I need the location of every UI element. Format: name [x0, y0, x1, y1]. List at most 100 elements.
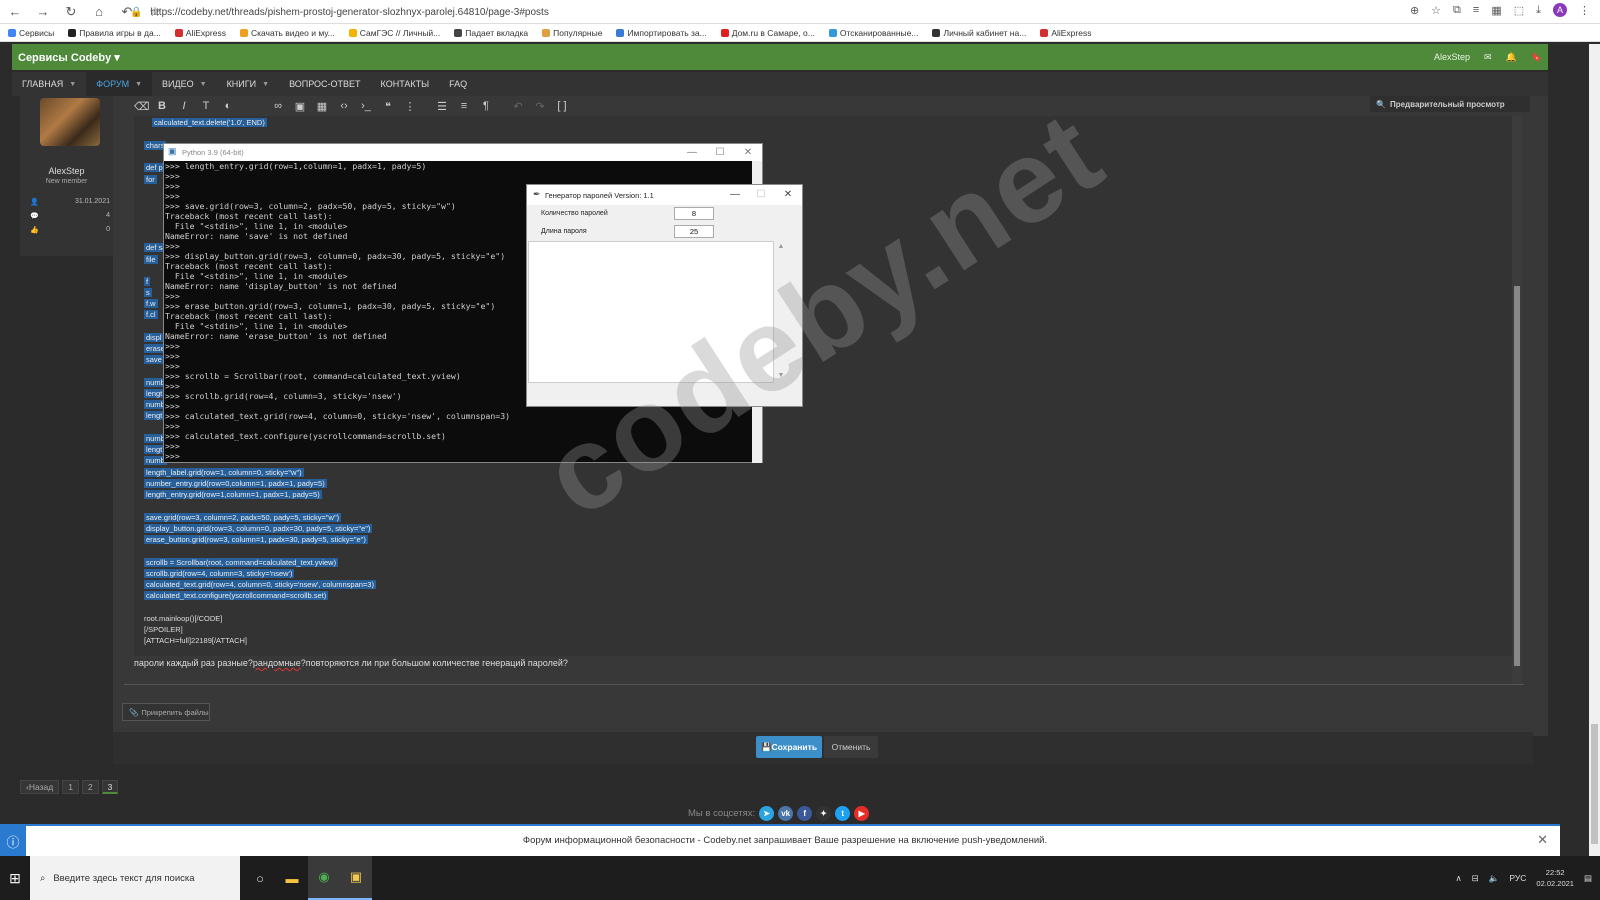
grid-icon[interactable]: ▦: [1491, 4, 1501, 17]
bookmark-item[interactable]: Скачать видео и му...: [239, 28, 335, 38]
python-window-title[interactable]: Python 3.9 (64-bit): [164, 144, 762, 161]
notifications-icon[interactable]: ▤: [1584, 873, 1592, 884]
star-icon[interactable]: ☆: [1431, 4, 1441, 17]
maximize-icon[interactable]: ☐: [748, 185, 774, 205]
menu-icon[interactable]: ⋮: [1579, 4, 1590, 17]
close-icon[interactable]: ✕: [1537, 832, 1548, 848]
python-taskbar-icon[interactable]: ▣: [340, 856, 372, 900]
bookmark-item[interactable]: Импортировать за...: [616, 28, 707, 38]
minimize-icon[interactable]: —: [722, 185, 748, 205]
menu-item-7[interactable]: FAQ: [439, 72, 477, 96]
result-textarea[interactable]: [528, 241, 774, 383]
image-icon[interactable]: ▣: [294, 100, 306, 113]
bold-icon[interactable]: B: [156, 100, 168, 112]
chevron-down-icon[interactable]: ▼: [69, 81, 76, 88]
chrome-icon[interactable]: ◉: [308, 856, 340, 900]
pager-page[interactable]: 1: [62, 780, 79, 794]
user-name[interactable]: AlexStep: [20, 166, 113, 176]
input-language[interactable]: РУС: [1509, 873, 1526, 883]
list-icon[interactable]: ≡: [1473, 4, 1479, 16]
list-icon[interactable]: ☰: [436, 100, 448, 113]
menu-item-2[interactable]: ФОРУМ ▼: [86, 72, 153, 96]
bookmark-item[interactable]: Дом.ru в Самаре, о...: [720, 28, 815, 38]
text-size-icon[interactable]: T: [200, 100, 212, 112]
bookmark-icon[interactable]: 🔖: [1531, 52, 1542, 63]
home-icon[interactable]: ⌂: [92, 4, 106, 20]
download-icon[interactable]: ⤓: [1536, 4, 1541, 17]
eraser-icon[interactable]: ⌫: [134, 100, 150, 113]
add-icon[interactable]: ⊕: [1410, 4, 1419, 17]
telegram-icon[interactable]: ➤: [759, 806, 775, 821]
cancel-button[interactable]: Отменить: [824, 736, 878, 758]
vk-icon[interactable]: vk: [778, 806, 794, 821]
quote-icon[interactable]: ❝: [382, 100, 394, 113]
back-icon[interactable]: ←: [8, 4, 22, 20]
menu-item-3[interactable]: ВИДЕО ▼: [152, 72, 217, 96]
pager-page[interactable]: 2: [81, 780, 99, 794]
facebook-icon[interactable]: f: [797, 806, 813, 821]
bookmark-item[interactable]: Личный кабинет на...: [932, 28, 1026, 38]
chevron-down-icon[interactable]: ▼: [200, 81, 207, 88]
count-input[interactable]: 8: [674, 207, 714, 220]
windows-start-icon[interactable]: ⊞: [0, 856, 30, 900]
more-icon[interactable]: ⋮: [404, 100, 416, 113]
volume-icon[interactable]: 🔈: [1489, 873, 1500, 884]
page-scrollbar[interactable]: [1589, 44, 1600, 870]
align-icon[interactable]: ≡: [458, 100, 470, 112]
length-input[interactable]: 25: [674, 225, 714, 238]
user-avatar[interactable]: [40, 98, 100, 146]
result-scrollbar[interactable]: ▲ ▼: [775, 241, 787, 383]
save-button[interactable]: 💾 Сохранить: [756, 736, 822, 758]
close-icon[interactable]: ✕: [734, 144, 762, 161]
screenshot-icon[interactable]: ⬚: [1514, 4, 1524, 17]
italic-icon[interactable]: I: [178, 100, 190, 112]
chevron-down-icon[interactable]: ▼: [135, 81, 142, 88]
address-bar[interactable]: 🔒 https://codeby.net/threads/pishem-pros…: [130, 3, 1430, 21]
editor-scrollbar[interactable]: [1512, 116, 1522, 684]
reload-icon[interactable]: ↻: [64, 4, 78, 20]
code-icon[interactable]: ‹›: [338, 100, 350, 112]
profile-avatar[interactable]: A: [1553, 3, 1567, 17]
clock[interactable]: 22:52 02.02.2021: [1536, 867, 1574, 889]
header-username[interactable]: AlexStep: [1434, 52, 1470, 62]
chevron-up-icon[interactable]: ∧: [1455, 873, 1461, 884]
bookmark-item[interactable]: Популярные: [542, 28, 602, 38]
sparkle-icon[interactable]: ✦: [816, 806, 832, 821]
menu-item-5[interactable]: ВОПРОС-ОТВЕТ: [279, 72, 370, 96]
bell-icon[interactable]: 🔔: [1506, 52, 1517, 63]
pager-page[interactable]: 3: [101, 780, 119, 794]
link-icon[interactable]: ∞: [272, 100, 284, 112]
bookmark-item[interactable]: AliExpress: [1040, 28, 1091, 38]
bookmark-item[interactable]: Падает вкладка: [454, 28, 528, 38]
explorer-icon[interactable]: ▬: [276, 856, 308, 900]
mail-icon[interactable]: ✉: [1484, 52, 1492, 63]
undo-icon[interactable]: ↶: [512, 100, 524, 113]
site-brand[interactable]: Сервисы Codeby ▾: [18, 51, 120, 64]
bookmark-item[interactable]: СамГЭС // Личный...: [348, 28, 440, 38]
menu-item-1[interactable]: ГЛАВНАЯ ▼: [12, 72, 86, 96]
close-icon[interactable]: ✕: [775, 185, 801, 205]
pager-back-button[interactable]: ‹ Назад: [20, 780, 60, 794]
youtube-icon[interactable]: ▶: [854, 806, 870, 821]
preview-button[interactable]: 🔍 Предварительный просмотр: [1370, 96, 1530, 112]
bookmark-item[interactable]: Сервисы: [8, 28, 54, 38]
misspelled-word[interactable]: рандомные: [253, 658, 301, 668]
cortana-icon[interactable]: ○: [244, 856, 276, 900]
editor-scroll-thumb[interactable]: [1514, 286, 1520, 666]
taskbar-search[interactable]: ⌕ Введите здесь текст для поиска: [30, 856, 240, 900]
bookmark-item[interactable]: Правила игры в да...: [68, 28, 161, 38]
table-icon[interactable]: ▦: [316, 100, 328, 113]
attach-files-button[interactable]: 📎 Прикрепить файлы: [122, 703, 210, 721]
forward-icon[interactable]: →: [36, 4, 50, 20]
extension-icon[interactable]: ⧉: [1453, 4, 1461, 17]
network-icon[interactable]: ⊟: [1472, 873, 1479, 884]
chevron-down-icon[interactable]: ▼: [262, 81, 269, 88]
bracket-icon[interactable]: [ ]: [556, 100, 568, 112]
paragraph-icon[interactable]: ¶: [480, 100, 492, 112]
redo-icon[interactable]: ↷: [534, 100, 546, 113]
page-scroll-thumb[interactable]: [1591, 724, 1598, 844]
maximize-icon[interactable]: ☐: [706, 144, 734, 161]
twitter-icon[interactable]: t: [835, 806, 851, 821]
minimize-icon[interactable]: —: [678, 144, 706, 161]
menu-item-4[interactable]: КНИГИ ▼: [217, 72, 280, 96]
